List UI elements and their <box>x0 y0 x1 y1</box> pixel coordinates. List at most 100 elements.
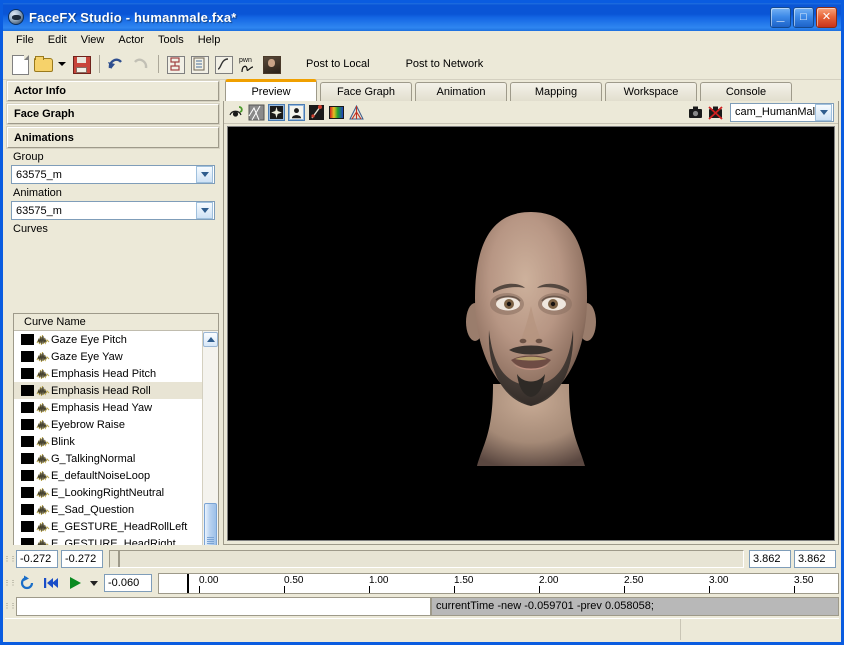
curve-color-swatch[interactable] <box>21 334 34 345</box>
sidebar-section-face-graph[interactable]: Face Graph <box>7 104 219 124</box>
curve-color-swatch[interactable] <box>21 453 34 464</box>
range-min2-field[interactable]: -0.272 <box>61 550 103 568</box>
curve-list-item[interactable]: E_defaultNoiseLoop <box>14 467 218 484</box>
menu-item-edit[interactable]: Edit <box>41 33 74 47</box>
delete-camera-icon[interactable] <box>707 104 724 121</box>
curve-list-item[interactable]: Emphasis Head Pitch <box>14 365 218 382</box>
curve-color-swatch[interactable] <box>21 436 34 447</box>
actor-thumbnail-icon[interactable] <box>260 53 282 75</box>
sidebar-section-animations[interactable]: Animations <box>7 127 219 148</box>
curve-list-item[interactable]: Emphasis Head Roll <box>14 382 218 399</box>
current-time-field[interactable]: -0.060 <box>104 574 152 592</box>
group-select[interactable]: 63575_m <box>11 165 215 184</box>
curve-list-item[interactable]: E_LookingRightNeutral <box>14 484 218 501</box>
curve-color-swatch[interactable] <box>21 402 34 413</box>
chevron-down-icon[interactable] <box>815 104 832 121</box>
rewind-button[interactable] <box>40 573 62 593</box>
chevron-down-icon[interactable] <box>196 202 213 219</box>
curve-name: E_GESTURE_HeadRollLeft <box>51 521 187 533</box>
curve-list-item[interactable]: E_GESTURE_HeadRollLeft <box>14 518 218 535</box>
phoneme-icon[interactable]: pwn <box>236 53 258 75</box>
play-dropdown-button[interactable] <box>88 573 100 593</box>
ruler-tick-label: 3.00 <box>709 575 728 586</box>
post-to-network-button[interactable]: Post to Network <box>406 58 484 70</box>
save-icon[interactable] <box>70 53 92 75</box>
range-end-b-field[interactable]: 3.862 <box>794 550 836 568</box>
menu-item-tools[interactable]: Tools <box>151 33 191 47</box>
mesh-head-icon[interactable] <box>288 104 305 121</box>
tab-mapping[interactable]: Mapping <box>510 82 602 101</box>
tab-workspace[interactable]: Workspace <box>605 82 697 101</box>
curve-list-item[interactable]: Blink <box>14 433 218 450</box>
chevron-down-icon[interactable] <box>196 166 213 183</box>
curve-color-swatch[interactable] <box>21 504 34 515</box>
wireframe-icon[interactable] <box>248 104 265 121</box>
range-end-a-field[interactable]: 3.862 <box>749 550 791 568</box>
loop-button[interactable] <box>16 573 38 593</box>
new-file-icon[interactable] <box>8 53 30 75</box>
curves-column-header[interactable]: Curve Name <box>14 314 218 331</box>
camera-select[interactable]: cam_HumanMale <box>730 103 834 122</box>
tab-label: Preview <box>251 86 290 98</box>
range-min-field[interactable]: -0.272 <box>16 550 58 568</box>
drag-grip-icon[interactable]: ⋮⋮ <box>5 596 14 616</box>
curve-list-item[interactable]: E_Sad_Question <box>14 501 218 518</box>
command-input[interactable] <box>16 597 431 616</box>
playhead-marker[interactable] <box>187 574 189 594</box>
curve-list-item[interactable]: G_TalkingNormal <box>14 450 218 467</box>
tab-preview[interactable]: Preview <box>225 79 317 101</box>
menu-item-help[interactable]: Help <box>191 33 228 47</box>
curve-color-swatch[interactable] <box>21 521 34 532</box>
open-folder-icon[interactable] <box>32 53 54 75</box>
toolbar-divider-1 <box>99 55 100 73</box>
face-graph-icon[interactable] <box>164 53 186 75</box>
tab-animation[interactable]: Animation <box>415 82 507 101</box>
curve-list-item[interactable]: Eyebrow Raise <box>14 416 218 433</box>
curve-list-item[interactable]: Gaze Eye Yaw <box>14 348 218 365</box>
post-to-local-button[interactable]: Post to Local <box>306 58 370 70</box>
animation-select[interactable]: 63575_m <box>11 201 215 220</box>
ruler-tick-mark <box>454 586 455 594</box>
animations-panel-body: Group 63575_m Animation 63575_m Curves <box>5 151 221 235</box>
menu-item-view[interactable]: View <box>74 33 112 47</box>
play-button[interactable] <box>64 573 86 593</box>
range-slider[interactable] <box>109 550 744 568</box>
timeline-ruler[interactable]: 0.000.501.001.502.002.503.003.50 <box>158 573 839 594</box>
animation-list-icon[interactable] <box>188 53 210 75</box>
texture-color-icon[interactable] <box>328 104 345 121</box>
minimize-button[interactable]: _ <box>770 7 791 28</box>
curve-list-item[interactable]: Emphasis Head Yaw <box>14 399 218 416</box>
menu-item-actor[interactable]: Actor <box>111 33 151 47</box>
curve-color-swatch[interactable] <box>21 487 34 498</box>
3d-viewport[interactable] <box>227 126 835 541</box>
ruler-tick-label: 1.50 <box>454 575 473 586</box>
bones-icon[interactable] <box>308 104 325 121</box>
close-button[interactable]: ✕ <box>816 7 837 28</box>
undo-glyph <box>105 53 127 75</box>
curve-color-swatch[interactable] <box>21 351 34 362</box>
tab-console[interactable]: Console <box>700 82 792 101</box>
waveform-icon <box>36 520 50 533</box>
tab-face-graph[interactable]: Face Graph <box>320 82 412 101</box>
maximize-button[interactable]: □ <box>793 7 814 28</box>
main-content-area: Preview Face GraphAnimationMappingWorkspa… <box>223 79 839 545</box>
normals-icon[interactable] <box>348 104 365 121</box>
curve-color-swatch[interactable] <box>21 419 34 430</box>
main-toolbar: pwn Post to Local Post to Network <box>3 49 841 80</box>
scroll-up-button[interactable] <box>203 332 218 347</box>
drag-grip-icon[interactable]: ⋮⋮ <box>5 573 14 593</box>
curve-color-swatch[interactable] <box>21 368 34 379</box>
open-dropdown-caret-icon[interactable] <box>56 53 68 75</box>
curve-color-swatch[interactable] <box>21 385 34 396</box>
lighting-icon[interactable] <box>268 104 285 121</box>
menu-item-file[interactable]: File <box>9 33 41 47</box>
drag-grip-icon[interactable]: ⋮⋮ <box>5 549 14 569</box>
curve-color-swatch[interactable] <box>21 470 34 481</box>
status-segment-main <box>5 619 681 640</box>
sidebar-section-actor-info[interactable]: Actor Info <box>7 81 219 101</box>
curve-icon[interactable] <box>212 53 234 75</box>
camera-icon[interactable] <box>687 104 704 121</box>
curve-list-item[interactable]: Gaze Eye Pitch <box>14 331 218 348</box>
undo-icon[interactable] <box>105 53 127 75</box>
eye-reset-icon[interactable] <box>228 104 245 121</box>
